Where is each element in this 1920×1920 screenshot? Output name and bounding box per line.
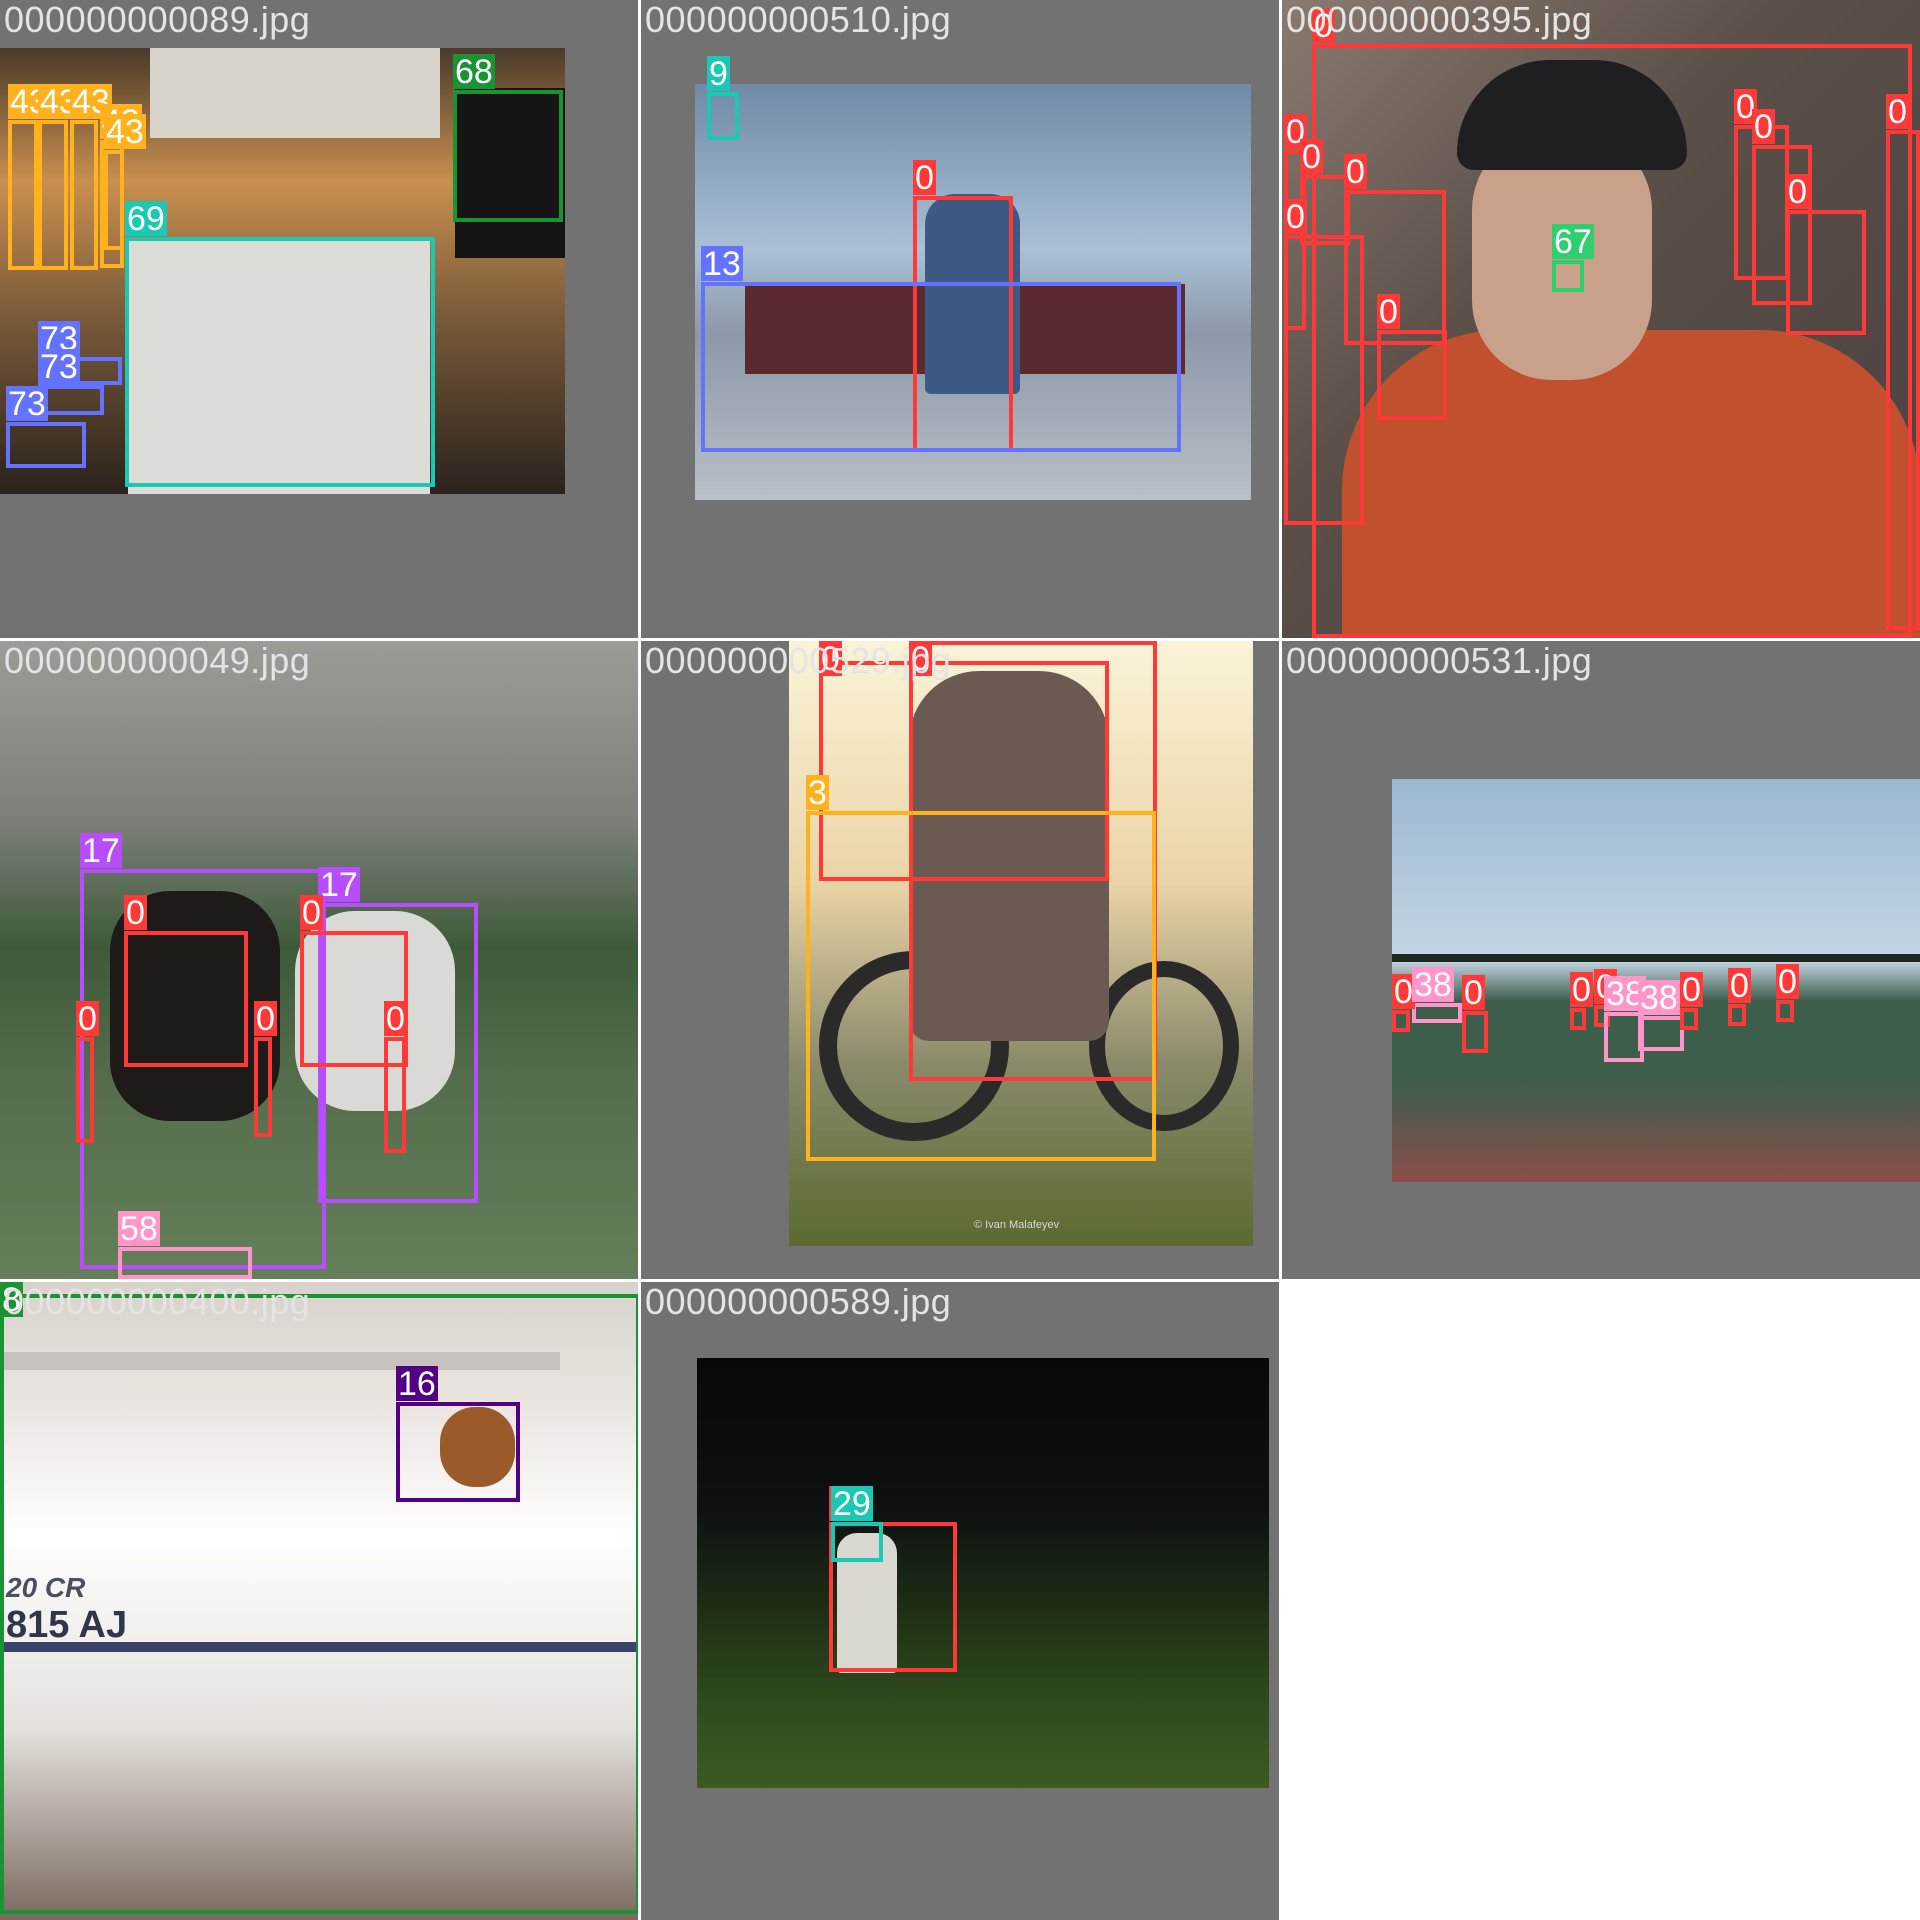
class-label: 38 (1412, 966, 1454, 1004)
class-label: 73 (38, 348, 80, 386)
class-label: 3 (806, 774, 829, 812)
tile-boat: 20 CR 815 AJ 000000000400.jpg 8 16 (0, 1282, 638, 1920)
tile-kitchen: 000000000089.jpg 43434343436869737373 (0, 0, 638, 638)
class-label: 0 (1344, 153, 1367, 191)
class-label: 0 (124, 894, 147, 932)
bounding-box (104, 150, 124, 250)
class-label: 69 (125, 200, 167, 238)
class-label: 0 (913, 159, 936, 197)
tile-bench: 000000000510.jpg 9 0 13 (641, 0, 1279, 638)
photo-watermark: © Ivan Malafeyev (974, 1219, 1060, 1231)
class-label: 0 (1462, 974, 1485, 1012)
class-label: 17 (318, 866, 360, 904)
bounding-box (831, 1522, 883, 1562)
filename-label: 000000000510.jpg (645, 0, 952, 40)
range-hood (150, 48, 440, 138)
class-label: 0 (1776, 963, 1799, 1001)
bounding-box (1462, 1011, 1488, 1053)
filename-label: 000000000529.jpg (645, 641, 952, 681)
class-label: 0 (254, 1000, 277, 1038)
filename-label: 000000000049.jpg (4, 641, 311, 681)
tile-night-frisbee: 000000000589.jpg 029 (641, 1282, 1279, 1920)
bounding-box (118, 1247, 252, 1279)
class-label: 17 (80, 832, 122, 870)
bounding-box (1886, 130, 1920, 630)
class-label: 0 (1752, 108, 1775, 146)
bounding-box (70, 120, 98, 270)
class-label: 16 (396, 1365, 438, 1403)
bounding-box (8, 120, 38, 270)
bounding-box (701, 282, 1181, 452)
filename-label: 000000000589.jpg (645, 1282, 952, 1322)
class-label: 29 (831, 1485, 873, 1523)
class-label: 67 (1552, 223, 1594, 261)
filename-label: 000000000531.jpg (1286, 641, 1593, 681)
class-label: 0 (1284, 198, 1307, 236)
bounding-box (254, 1037, 272, 1137)
class-label: 58 (118, 1210, 160, 1248)
class-label: 0 (1728, 967, 1751, 1005)
bounding-box (396, 1402, 520, 1502)
class-label: 0 (1300, 138, 1323, 176)
bounding-box (1552, 260, 1584, 292)
bounding-box (1392, 1010, 1410, 1032)
class-label: 68 (453, 53, 495, 91)
bounding-box (453, 90, 563, 222)
grid-line-h2 (0, 1279, 1920, 1282)
bounding-box (1638, 1016, 1684, 1051)
bounding-box (1776, 1000, 1794, 1022)
grid-line-v1 (638, 0, 641, 1920)
class-label: 0 (1680, 971, 1703, 1009)
class-label: 0 (76, 1000, 99, 1038)
bounding-box (806, 811, 1156, 1161)
class-label: 13 (701, 245, 743, 283)
bounding-box (1570, 1008, 1586, 1030)
class-label: 9 (707, 55, 730, 93)
class-label: 43 (104, 113, 146, 151)
filename-label: 000000000395.jpg (1286, 0, 1593, 40)
bounding-box (6, 422, 86, 468)
tile-motorbike: © Ivan Malafeyev 000000000529.jpg 003 (641, 641, 1279, 1279)
bounding-box (80, 869, 326, 1269)
class-label: 0 (1886, 93, 1909, 131)
bounding-box (707, 92, 739, 140)
class-label: 0 (1786, 173, 1809, 211)
class-label: 73 (6, 385, 48, 423)
filename-label: 000000000400.jpg (4, 1282, 311, 1322)
bounding-box (38, 120, 68, 270)
class-label: 0 (384, 1000, 407, 1038)
bounding-box (1728, 1004, 1746, 1026)
grid-line-v2 (1279, 0, 1282, 1920)
class-label: 0 (300, 894, 323, 932)
bounding-box (1786, 210, 1866, 335)
bounding-box (38, 385, 104, 415)
bounding-box (125, 237, 435, 487)
tile-horses: 000000000049.jpg 17 17 0 0 0 0 0 58 (0, 641, 638, 1279)
bounding-box (76, 1037, 94, 1143)
tile-phone-man: 000000000395.jpg 0 0 0 0 0 0 0 0 0 0 67 (1282, 0, 1920, 638)
tile-tennis: 000000000531.jpg 0380003838000 (1282, 641, 1920, 1279)
bounding-box (384, 1037, 406, 1153)
class-label: 38 (1638, 979, 1680, 1017)
grid-line-h1 (0, 638, 1920, 641)
bounding-box (124, 931, 248, 1067)
bounding-box (1377, 330, 1447, 420)
bounding-box (0, 1294, 638, 1914)
class-label: 0 (1570, 971, 1593, 1009)
bounding-box (1680, 1008, 1698, 1030)
net (1392, 954, 1920, 962)
bounding-box (1412, 1003, 1462, 1023)
class-label: 0 (1377, 293, 1400, 331)
photo-night-frisbee (697, 1358, 1269, 1788)
filename-label: 000000000089.jpg (4, 0, 311, 40)
